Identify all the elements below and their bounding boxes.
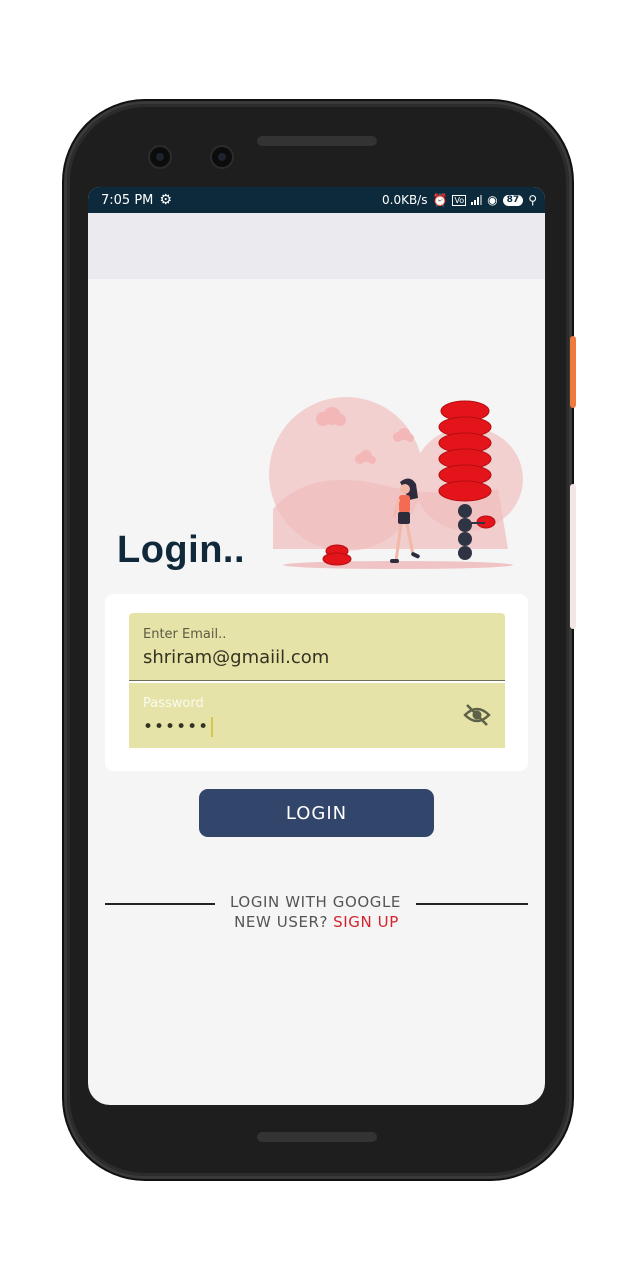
gear-icon: ⚙ — [159, 192, 172, 208]
alarm-icon: ⏰ — [432, 193, 448, 207]
key-icon: ⚲ — [528, 193, 537, 207]
login-illustration — [269, 397, 523, 569]
volte-icon: Vo — [452, 194, 467, 206]
earpiece-speaker — [257, 136, 377, 146]
signal-icon — [471, 195, 483, 205]
email-field[interactable]: Enter Email.. shriram@gmaiil.com — [129, 613, 505, 681]
front-sensor-icon — [212, 147, 232, 167]
divider-left — [105, 903, 215, 905]
password-field[interactable]: Password •••••• — [129, 683, 505, 748]
login-screen: Login.. Enter Email.. shriram@gmaiil.com… — [88, 279, 545, 1105]
hotspot-icon: ◉ — [487, 193, 498, 207]
new-user-label: NEW USER? — [234, 913, 329, 931]
password-value[interactable]: •••••• — [143, 717, 214, 737]
battery-indicator: 87 — [502, 194, 524, 206]
sign-up-link[interactable]: SIGN UP — [333, 913, 399, 931]
bottom-speaker — [257, 1132, 377, 1142]
network-speed: 0.0KB/s — [382, 193, 428, 207]
volume-button — [570, 484, 576, 629]
email-value[interactable]: shriram@gmaiil.com — [143, 647, 329, 668]
screen: 7:05 PM ⚙ 0.0KB/s ⏰ Vo ◉ 87 ⚲ Login.. En… — [88, 187, 545, 1105]
power-button — [570, 336, 576, 408]
eye-off-icon[interactable] — [463, 703, 491, 727]
page-title: Login.. — [117, 529, 246, 571]
status-time: 7:05 PM — [101, 192, 154, 208]
login-button[interactable]: LOGIN — [199, 789, 434, 837]
login-with-google-link[interactable]: LOGIN WITH GOOGLE — [215, 893, 416, 911]
signup-row: NEW USER? SIGN UP — [88, 913, 545, 931]
text-caret — [211, 717, 214, 737]
email-label: Enter Email.. — [143, 627, 227, 642]
divider-right — [416, 903, 528, 905]
status-bar: 7:05 PM ⚙ 0.0KB/s ⏰ Vo ◉ 87 ⚲ — [88, 187, 545, 213]
front-camera-icon — [150, 147, 170, 167]
phone-frame: 7:05 PM ⚙ 0.0KB/s ⏰ Vo ◉ 87 ⚲ Login.. En… — [67, 104, 576, 1176]
password-dots: •••••• — [143, 717, 210, 737]
login-form-card: Enter Email.. shriram@gmaiil.com Passwor… — [105, 594, 528, 771]
password-label: Password — [143, 696, 204, 711]
app-bar — [88, 213, 545, 279]
